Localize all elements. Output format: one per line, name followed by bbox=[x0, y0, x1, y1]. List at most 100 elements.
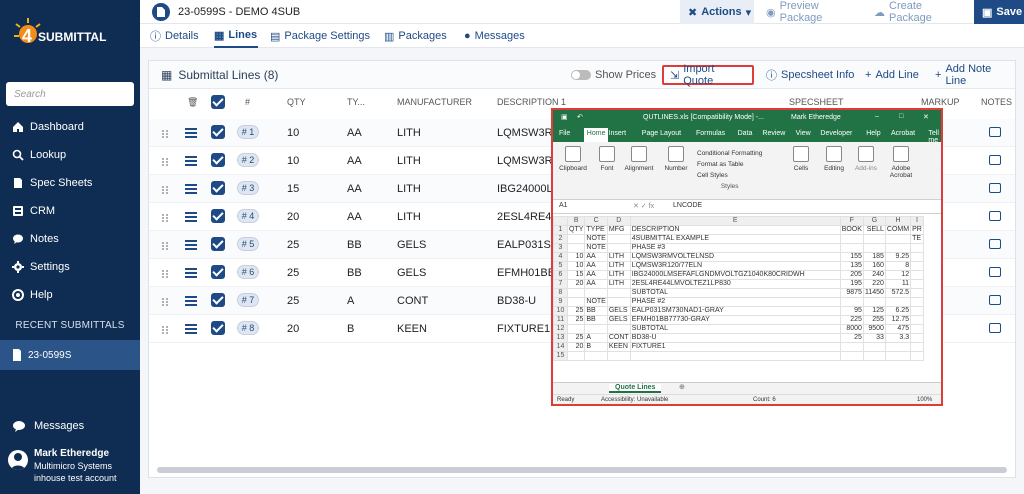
excel-ribbon-tab[interactable]: Review bbox=[762, 130, 785, 137]
spreadsheet-cell[interactable] bbox=[584, 324, 608, 334]
user-profile[interactable]: Mark Etheredge Multimicro Systems inhous… bbox=[8, 448, 117, 484]
column-header[interactable]: D bbox=[606, 216, 631, 226]
recent-submittal-item[interactable]: 23-0599S bbox=[0, 340, 140, 370]
row-header[interactable]: 10 bbox=[553, 306, 568, 316]
spreadsheet-cell[interactable] bbox=[606, 324, 631, 334]
spreadsheet-cell[interactable]: LITH bbox=[606, 279, 631, 289]
drag-handle-icon[interactable] bbox=[161, 241, 171, 250]
spreadsheet-cell[interactable]: LITH bbox=[606, 270, 631, 280]
spreadsheet-cell[interactable]: AA bbox=[584, 279, 608, 289]
spreadsheet-cell[interactable]: 205 bbox=[839, 270, 864, 280]
spreadsheet-cell[interactable]: 475 bbox=[884, 324, 912, 334]
spreadsheet-cell[interactable]: 20 bbox=[566, 342, 586, 352]
spreadsheet-cell[interactable]: DESCRIPTION bbox=[629, 225, 841, 235]
nav-lookup[interactable]: Lookup bbox=[12, 146, 66, 164]
spreadsheet-cell[interactable]: NOTE bbox=[584, 297, 608, 307]
type-cell[interactable]: BB bbox=[347, 267, 362, 279]
spreadsheet-cell[interactable]: CONT bbox=[606, 333, 631, 343]
conditional-formatting[interactable]: Conditional Formatting bbox=[697, 148, 762, 159]
row-menu-icon[interactable] bbox=[185, 211, 197, 223]
spreadsheet-cell[interactable] bbox=[910, 342, 924, 352]
tab-messages[interactable]: ● Messages bbox=[464, 24, 525, 48]
nav-dashboard[interactable]: Dashboard bbox=[12, 118, 84, 136]
manufacturer-cell[interactable]: CONT bbox=[397, 295, 428, 307]
spreadsheet-cell[interactable] bbox=[884, 351, 912, 361]
spreadsheet-cell[interactable] bbox=[566, 243, 586, 253]
spreadsheet-cell[interactable] bbox=[566, 288, 586, 298]
manufacturer-cell[interactable]: LITH bbox=[397, 183, 421, 195]
type-cell[interactable]: A bbox=[347, 295, 354, 307]
row-header[interactable]: 2 bbox=[553, 234, 568, 244]
note-icon[interactable] bbox=[989, 239, 1001, 249]
spreadsheet-cell[interactable] bbox=[839, 351, 864, 361]
excel-ribbon-tab[interactable]: Insert bbox=[609, 130, 627, 137]
spreadsheet-cell[interactable] bbox=[910, 297, 924, 307]
spreadsheet-cell[interactable]: EALP031SM730NAD1-GRAY bbox=[629, 306, 841, 316]
spreadsheet-cell[interactable]: 135 bbox=[839, 261, 864, 271]
spreadsheet-cell[interactable]: 155 bbox=[839, 252, 864, 262]
spreadsheet-cell[interactable] bbox=[839, 243, 864, 253]
excel-ribbon-tab[interactable]: Acrobat bbox=[891, 130, 915, 137]
excel-ribbon-tab[interactable]: Data bbox=[738, 130, 753, 137]
spreadsheet-cell[interactable]: NOTE bbox=[584, 243, 608, 253]
spreadsheet-cell[interactable]: COMM bbox=[884, 225, 912, 235]
row-menu-icon[interactable] bbox=[185, 295, 197, 307]
spreadsheet-cell[interactable] bbox=[910, 270, 924, 280]
clipboard-group[interactable]: Clipboard bbox=[559, 146, 587, 172]
acrobat-group[interactable]: Adobe Acrobat bbox=[885, 146, 917, 179]
spreadsheet-cell[interactable]: 20 bbox=[566, 279, 586, 289]
spreadsheet-cell[interactable]: 25 bbox=[839, 333, 864, 343]
spreadsheet-cell[interactable]: 240 bbox=[862, 270, 886, 280]
spreadsheet-cell[interactable]: B bbox=[584, 342, 608, 352]
spreadsheet-cell[interactable] bbox=[839, 297, 864, 307]
row-menu-icon[interactable] bbox=[185, 127, 197, 139]
tab-lines[interactable]: ▦ Lines bbox=[214, 24, 258, 48]
column-header[interactable]: H bbox=[884, 216, 912, 226]
spreadsheet-cell[interactable] bbox=[910, 243, 924, 253]
spreadsheet-cell[interactable] bbox=[910, 306, 924, 316]
row-menu-icon[interactable] bbox=[185, 155, 197, 167]
row-menu-icon[interactable] bbox=[185, 323, 197, 335]
spreadsheet-cell[interactable] bbox=[566, 297, 586, 307]
row-checkbox[interactable] bbox=[211, 237, 225, 251]
addins-group[interactable]: Add-ins bbox=[853, 146, 879, 172]
spreadsheet-cell[interactable]: 95 bbox=[839, 306, 864, 316]
spreadsheet-cell[interactable]: 25 bbox=[566, 333, 586, 343]
spreadsheet-cell[interactable] bbox=[862, 243, 886, 253]
spreadsheet-cell[interactable]: 220 bbox=[862, 279, 886, 289]
spreadsheet-cell[interactable]: 185 bbox=[862, 252, 886, 262]
spreadsheet-cell[interactable]: LITH bbox=[606, 252, 631, 262]
row-header[interactable]: 4 bbox=[553, 252, 568, 262]
drag-handle-icon[interactable] bbox=[161, 325, 171, 334]
row-menu-icon[interactable] bbox=[185, 239, 197, 251]
spreadsheet-cell[interactable]: 25 bbox=[566, 315, 586, 325]
maximize-icon[interactable]: □ bbox=[899, 113, 903, 120]
sheet-tab-quote-lines[interactable]: Quote Lines bbox=[609, 384, 662, 393]
column-header[interactable]: F bbox=[839, 216, 864, 226]
spreadsheet-cell[interactable]: GELS bbox=[606, 306, 631, 316]
spreadsheet-cell[interactable]: 12.75 bbox=[884, 315, 912, 325]
excel-window[interactable]: ▣ ↶ QUTLINES.xls [Compatibility Mode] -.… bbox=[551, 108, 943, 406]
row-header[interactable]: 7 bbox=[553, 279, 568, 289]
note-icon[interactable] bbox=[989, 183, 1001, 193]
spreadsheet-cell[interactable]: 9.25 bbox=[884, 252, 912, 262]
note-icon[interactable] bbox=[989, 267, 1001, 277]
row-checkbox[interactable] bbox=[211, 153, 225, 167]
spreadsheet-cell[interactable] bbox=[910, 324, 924, 334]
spreadsheet-cell[interactable]: 125 bbox=[862, 306, 886, 316]
manufacturer-cell[interactable]: LITH bbox=[397, 211, 421, 223]
row-header[interactable]: 11 bbox=[553, 315, 568, 325]
spreadsheet-cell[interactable] bbox=[910, 288, 924, 298]
type-cell[interactable]: BB bbox=[347, 239, 362, 251]
note-icon[interactable] bbox=[989, 127, 1001, 137]
spreadsheet-cell[interactable]: PHASE #2 bbox=[629, 297, 841, 307]
drag-handle-icon[interactable] bbox=[161, 269, 171, 278]
row-header[interactable]: 13 bbox=[553, 333, 568, 343]
spreadsheet-cell[interactable]: PR bbox=[910, 225, 924, 235]
nav-spec-sheets[interactable]: Spec Sheets bbox=[12, 174, 92, 192]
type-cell[interactable]: AA bbox=[347, 127, 362, 139]
row-header[interactable]: 3 bbox=[553, 243, 568, 253]
excel-ribbon-tab[interactable]: Page Layout bbox=[642, 130, 681, 137]
spreadsheet-cell[interactable]: 225 bbox=[839, 315, 864, 325]
spreadsheet-cell[interactable]: FIXTURE1 bbox=[629, 342, 841, 352]
